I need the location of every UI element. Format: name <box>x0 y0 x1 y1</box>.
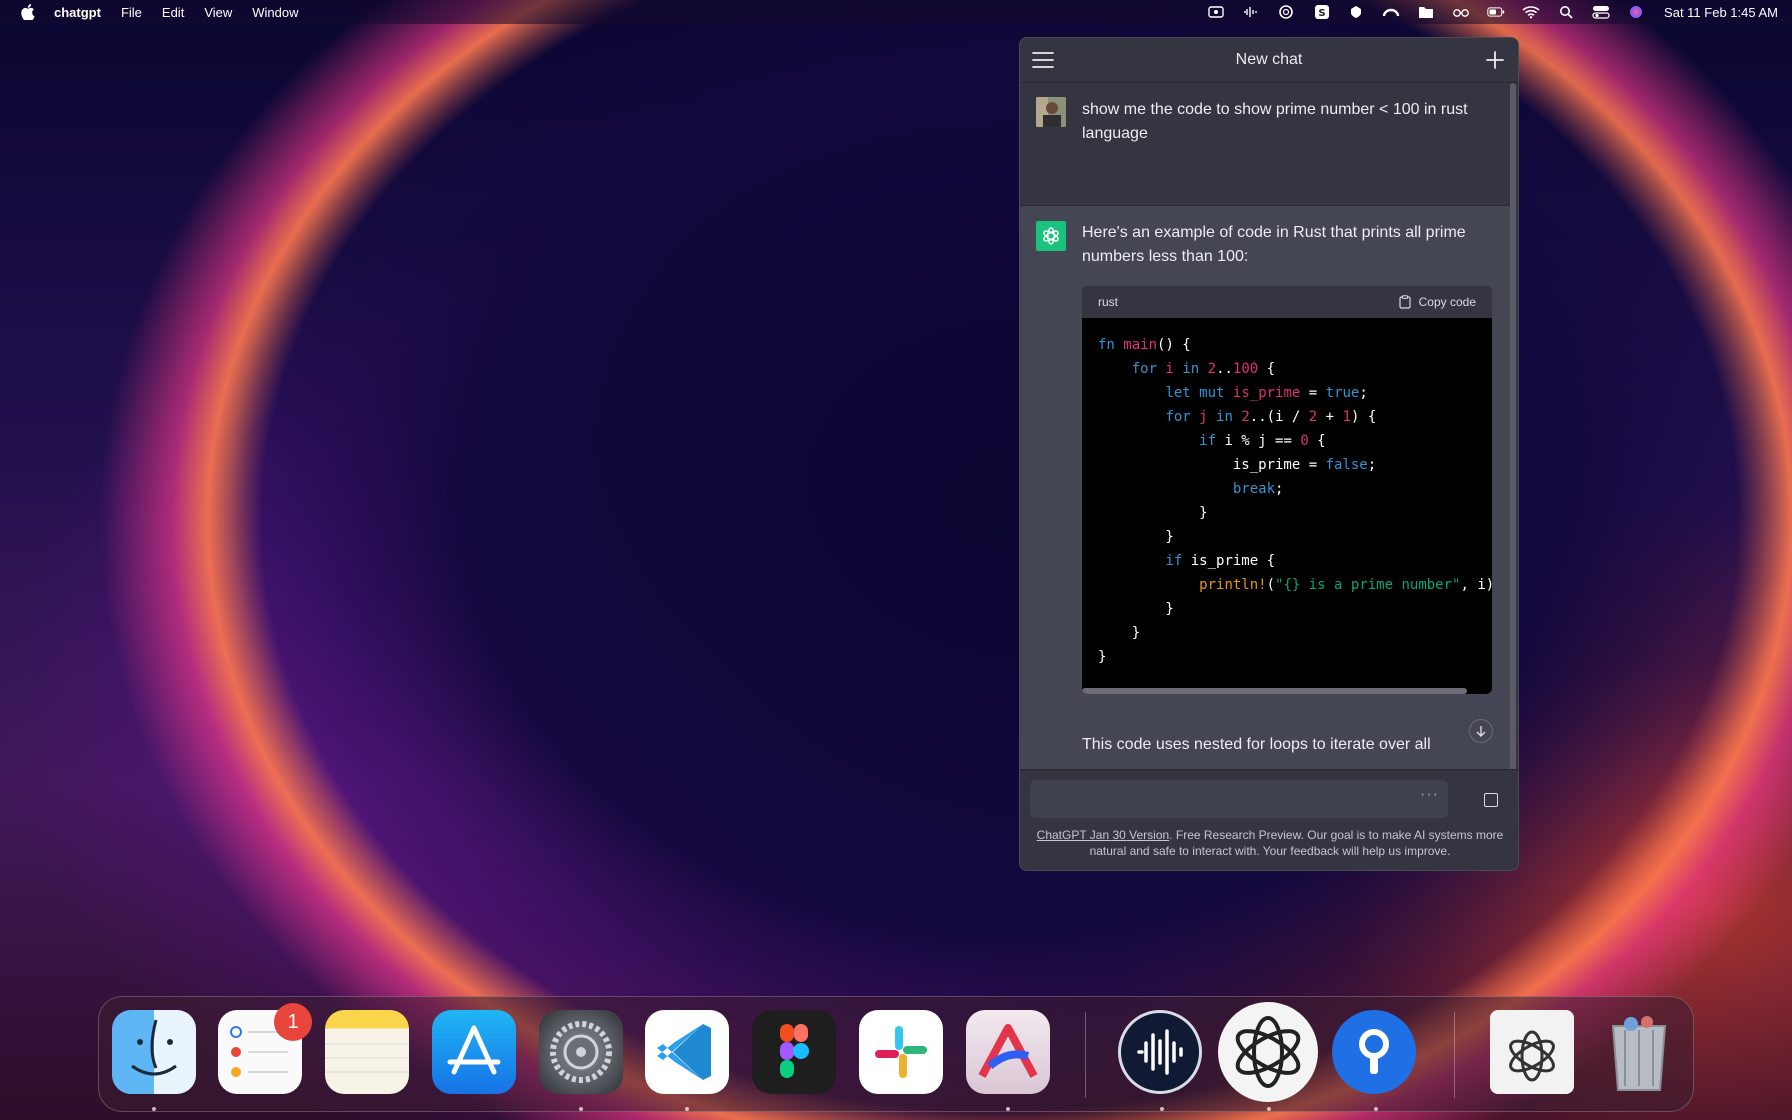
glasses-icon[interactable] <box>1452 5 1470 19</box>
chatgpt-logo-icon <box>1235 1016 1301 1088</box>
chat-title: New chat <box>1235 51 1303 68</box>
composer: ··· ChatGPT Jan 30 Version. Free Researc… <box>1020 769 1518 870</box>
app-store-icon <box>447 1025 501 1075</box>
footer-disclaimer: ChatGPT Jan 30 Version. Free Research Pr… <box>1034 827 1506 859</box>
stop-generating-button[interactable] <box>1484 793 1498 807</box>
chatgpt-logo-icon <box>1036 221 1066 251</box>
dock-notes[interactable] <box>325 1010 409 1094</box>
menu-bar: chatgpt File Edit View Window S Sat 11 F… <box>0 0 1792 24</box>
scroll-to-bottom-button[interactable] <box>1469 719 1493 743</box>
cloud-icon[interactable] <box>1382 5 1400 19</box>
assistant-message: Here's an example of code in Rust that p… <box>1020 206 1513 807</box>
dock-chatgpt[interactable] <box>1218 1002 1318 1102</box>
audio-wave-icon[interactable] <box>1242 5 1260 19</box>
menu-view[interactable]: View <box>204 5 232 20</box>
s-app-icon[interactable]: S <box>1312 5 1330 19</box>
folder-icon[interactable] <box>1417 5 1435 19</box>
dock-chatgpt-running-dot <box>1267 1107 1271 1111</box>
dock-affinity[interactable] <box>966 1010 1050 1094</box>
code-language-label: rust <box>1098 295 1119 309</box>
slack-icon <box>875 1026 927 1078</box>
code-horizontal-scrollbar[interactable] <box>1082 688 1467 694</box>
chat-scrollbar[interactable] <box>1510 83 1516 773</box>
dock-trash[interactable] <box>1597 1010 1681 1094</box>
menubar-clock[interactable]: Sat 11 Feb 1:45 AM <box>1664 5 1778 20</box>
chat-messages[interactable]: show me the code to show prime number < … <box>1020 83 1513 807</box>
hamburger-menu-icon[interactable] <box>1032 50 1054 70</box>
menu-window[interactable]: Window <box>252 5 298 20</box>
code-header: rust Copy code <box>1082 286 1492 318</box>
dock-finder-running-dot <box>152 1107 156 1111</box>
apple-logo-icon[interactable] <box>20 4 36 20</box>
loading-dots-icon: ··· <box>1420 786 1439 803</box>
dock-app-store[interactable] <box>432 1010 516 1094</box>
control-center-icon[interactable] <box>1592 5 1610 19</box>
chatgpt-popover: New chat show me the code to show prime … <box>1019 37 1519 871</box>
vpn-shield-icon <box>1359 1029 1389 1074</box>
user-message-text: show me the code to show prime number < … <box>1082 101 1468 142</box>
dock-chatgpt-document[interactable] <box>1490 1010 1574 1094</box>
gear-icon <box>550 1021 612 1083</box>
screen-record-icon[interactable] <box>1207 5 1225 19</box>
assistant-intro-text: Here's an example of code in Rust that p… <box>1082 224 1466 265</box>
figma-icon <box>780 1024 809 1078</box>
vpn-icon[interactable] <box>1347 5 1365 19</box>
reminders-badge: 1 <box>274 1003 312 1041</box>
dock-system-settings[interactable] <box>539 1010 623 1094</box>
svg-text:S: S <box>1318 8 1325 19</box>
wifi-icon[interactable] <box>1522 5 1540 19</box>
code-block: rust Copy code fn main() { for i in 2..1… <box>1082 286 1492 694</box>
desktop-wallpaper <box>0 0 1792 1120</box>
chatgpt-icon[interactable] <box>1277 5 1295 19</box>
vscode-icon <box>657 1024 711 1080</box>
new-chat-plus-icon[interactable] <box>1484 49 1506 71</box>
dock-affinity-running-dot <box>1006 1107 1010 1111</box>
battery-icon[interactable] <box>1487 5 1505 19</box>
dock-figma[interactable] <box>752 1010 836 1094</box>
menu-app-name[interactable]: chatgpt <box>54 5 101 20</box>
affinity-icon <box>978 1024 1038 1078</box>
siri-icon[interactable] <box>1627 5 1645 19</box>
finder-icon <box>131 1019 177 1076</box>
prompt-input[interactable] <box>1030 780 1448 818</box>
dock-podcast-app[interactable] <box>1118 1010 1202 1094</box>
copy-code-label: Copy code <box>1418 295 1476 309</box>
audio-wave-icon <box>1137 1029 1183 1075</box>
dock-slack[interactable] <box>859 1010 943 1094</box>
dock-proton-vpn[interactable] <box>1332 1010 1416 1094</box>
chat-header: New chat <box>1020 38 1518 83</box>
dock-podcast-running-dot <box>1160 1107 1164 1111</box>
dock-separator-2 <box>1454 1012 1455 1098</box>
clipboard-icon <box>1399 295 1411 309</box>
user-message: show me the code to show prime number < … <box>1020 83 1513 206</box>
status-area: S Sat 11 Feb 1:45 AM <box>1207 0 1778 24</box>
chatgpt-logo-icon <box>1509 1030 1555 1082</box>
notes-icon <box>325 1043 409 1073</box>
dock-vscode[interactable] <box>645 1010 729 1094</box>
menu-edit[interactable]: Edit <box>162 5 184 20</box>
dock-vscode-running-dot <box>685 1107 689 1111</box>
dock-finder[interactable] <box>112 1010 196 1094</box>
dock-settings-running-dot <box>579 1107 583 1111</box>
assistant-continuation-text: This code uses nested for loops to itera… <box>1082 736 1431 753</box>
arrow-down-icon <box>1476 726 1486 737</box>
rust-code[interactable]: fn main() { for i in 2..100 { let mut is… <box>1082 318 1492 678</box>
copy-code-button[interactable]: Copy code <box>1399 295 1476 309</box>
trash-icon <box>1611 1016 1667 1091</box>
dock-vpn-running-dot <box>1374 1107 1378 1111</box>
menu-file[interactable]: File <box>121 5 142 20</box>
version-link[interactable]: ChatGPT Jan 30 Version <box>1037 828 1170 842</box>
spotlight-search-icon[interactable] <box>1557 5 1575 19</box>
dock-separator <box>1085 1012 1086 1098</box>
user-avatar <box>1036 97 1066 127</box>
